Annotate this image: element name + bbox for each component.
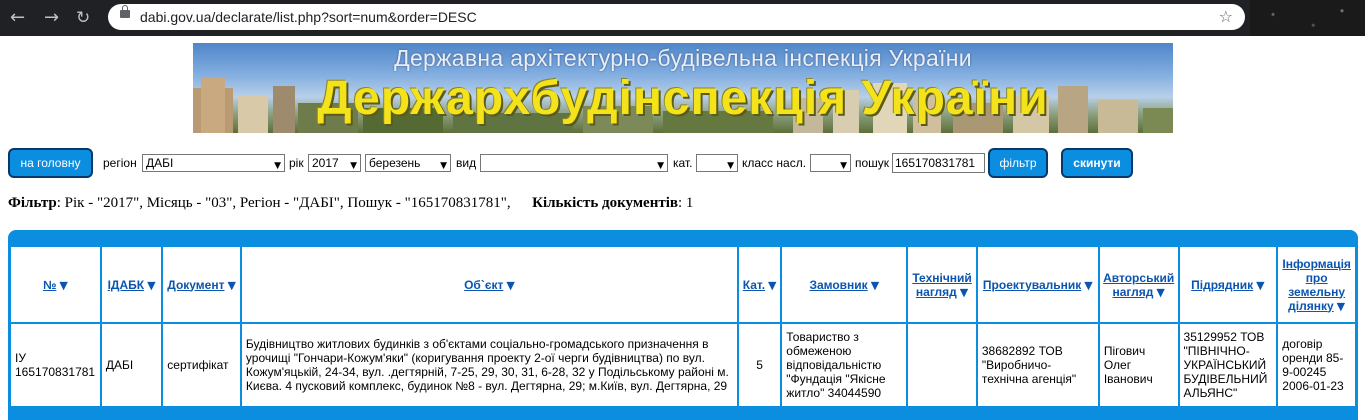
sort-triangle-icon: ▼ xyxy=(506,278,515,292)
column-header-document[interactable]: Документ ▼ xyxy=(163,247,240,322)
dropdown-arrow-icon: ▼ xyxy=(657,161,664,171)
year-select[interactable]: 2017 ▼ xyxy=(308,154,361,172)
column-header-customer[interactable]: Замовник ▼ xyxy=(782,247,907,322)
column-header-number[interactable]: № ▼ xyxy=(11,247,100,322)
kind-select[interactable]: ▼ xyxy=(480,154,668,172)
address-bar[interactable]: dabi.gov.ua/declarate/list.php?sort=num&… xyxy=(108,4,1245,30)
dropdown-arrow-icon: ▼ xyxy=(727,161,734,171)
bookmark-star-icon[interactable]: ☆ xyxy=(1219,7,1233,26)
sort-triangle-icon: ▼ xyxy=(768,278,777,292)
column-header-tech-supervision[interactable]: Технічний нагляд ▼ xyxy=(908,247,976,322)
sort-triangle-icon: ▼ xyxy=(147,278,156,292)
sort-triangle-icon: ▼ xyxy=(1336,299,1346,313)
cell-customer: Товариство з обмеженою відповідальністю … xyxy=(782,324,907,406)
class-label: класс насл. xyxy=(742,156,807,170)
sort-triangle-icon: ▼ xyxy=(959,285,969,299)
dropdown-arrow-icon: ▼ xyxy=(440,161,447,171)
reload-icon[interactable]: ↻ xyxy=(76,9,90,27)
dropdown-arrow-icon: ▼ xyxy=(350,161,357,171)
filter-summary: Фільтр: Рік - "2017", Місяць - "03", Рег… xyxy=(8,195,693,212)
search-label: пошук xyxy=(855,156,890,170)
year-label: рік xyxy=(289,156,304,170)
declarations-table: № ▼ ІДАБК ▼ Документ ▼ Об`єкт ▼ Кат. ▼ Замовн… xyxy=(9,245,1357,408)
browser-toolbar: ← → ↻ dabi.gov.ua/declarate/list.php?sor… xyxy=(0,0,1365,36)
region-label: регіон xyxy=(103,156,137,170)
home-button[interactable]: на головну xyxy=(8,148,93,178)
category-label: кат. xyxy=(673,156,693,170)
url-text: dabi.gov.ua/declarate/list.php?sort=num&… xyxy=(140,9,477,25)
cell-object: Будівництво житлових будинків з об'єктам… xyxy=(241,324,737,406)
cell-land-info: договір оренди 85-9-00245 2006-01-23 xyxy=(1278,324,1355,406)
column-header-land-info[interactable]: Інформація про земельну ділянку ▼ xyxy=(1278,247,1355,322)
column-header-idabk[interactable]: ІДАБК ▼ xyxy=(101,247,162,322)
banner-subtitle: Державна архітектурно-будівельна інспекц… xyxy=(394,45,972,71)
month-select-value: березень xyxy=(369,156,421,170)
filter-summary-label: Фільтр xyxy=(8,195,57,211)
kind-label: вид xyxy=(456,156,477,170)
sort-triangle-icon: ▼ xyxy=(59,278,68,292)
site-banner: Державна архітектурно-будівельна інспекц… xyxy=(193,43,1173,133)
cell-contractor: 35129952 ТОВ "ПІВНІЧНО-УКРАЇНСЬКИЙ БУДІВ… xyxy=(1179,324,1277,406)
month-select[interactable]: березень ▼ xyxy=(365,154,451,172)
sort-triangle-icon: ▼ xyxy=(1156,285,1165,299)
document-count-label: Кількість документів xyxy=(532,195,678,211)
year-select-value: 2017 xyxy=(312,156,339,170)
filter-summary-text: : Рік - "2017", Місяць - "03", Регіон - … xyxy=(56,195,511,211)
lock-icon xyxy=(120,5,130,18)
cell-category: 5 xyxy=(738,324,781,406)
cell-number: ІУ 165170831781 xyxy=(11,324,100,406)
category-select[interactable]: ▼ xyxy=(696,154,738,172)
cell-document: сертифікат xyxy=(163,324,240,406)
sort-triangle-icon: ▼ xyxy=(870,278,880,292)
column-header-object[interactable]: Об`єкт ▼ xyxy=(241,247,737,322)
back-arrow-icon[interactable]: ← xyxy=(10,9,25,27)
browser-theme-decoration xyxy=(1250,0,1365,36)
sort-triangle-icon: ▼ xyxy=(227,278,236,292)
dropdown-arrow-icon: ▼ xyxy=(274,161,281,171)
column-header-category[interactable]: Кат. ▼ xyxy=(738,247,781,322)
cell-tech-supervision xyxy=(908,324,976,406)
region-select[interactable]: ДАБІ ▼ xyxy=(142,154,285,172)
column-header-author-supervision[interactable]: Авторський нагляд ▼ xyxy=(1099,247,1178,322)
cell-author-supervision: Пігович Олег Іванович xyxy=(1099,324,1178,406)
document-count-value: : 1 xyxy=(677,195,694,211)
column-header-designer[interactable]: Проектувальник ▼ xyxy=(977,247,1098,322)
filter-button[interactable]: фільтр xyxy=(988,148,1048,178)
cell-designer: 38682892 ТОВ "Виробничо-технічна агенція… xyxy=(977,324,1098,406)
search-input[interactable]: 165170831781 xyxy=(892,153,985,173)
table-header-row: № ▼ ІДАБК ▼ Документ ▼ Об`єкт ▼ Кат. ▼ Замовн… xyxy=(11,247,1355,322)
cell-idabk: ДАБІ xyxy=(101,324,162,406)
sort-triangle-icon: ▼ xyxy=(1084,278,1093,292)
sort-triangle-icon: ▼ xyxy=(1256,278,1265,292)
table-row: ІУ 165170831781 ДАБІ сертифікат Будівниц… xyxy=(11,324,1355,406)
dropdown-arrow-icon: ▼ xyxy=(840,161,847,171)
declarations-table-container: № ▼ ІДАБК ▼ Документ ▼ Об`єкт ▼ Кат. ▼ Замовн… xyxy=(8,230,1358,420)
forward-arrow-icon[interactable]: → xyxy=(44,9,59,27)
region-select-value: ДАБІ xyxy=(146,156,174,170)
reset-button[interactable]: скинути xyxy=(1061,148,1133,178)
class-select[interactable]: ▼ xyxy=(810,154,851,172)
banner-title: Держархбудінспекція України xyxy=(317,72,1049,125)
column-header-contractor[interactable]: Підрядник ▼ xyxy=(1179,247,1277,322)
